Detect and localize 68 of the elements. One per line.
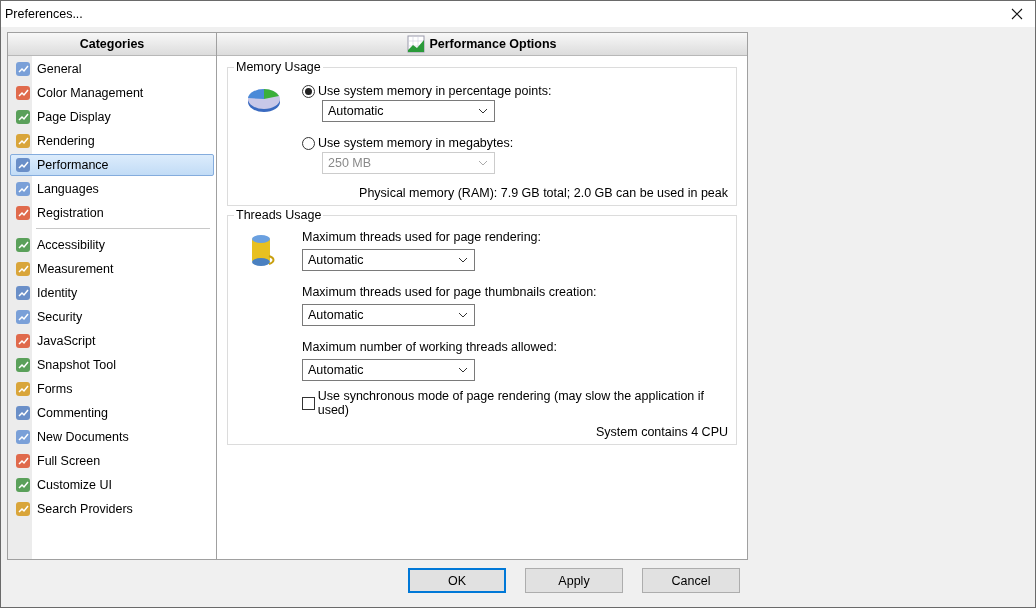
category-item[interactable]: Languages: [10, 178, 214, 200]
radio-label: Use system memory in megabytes:: [318, 136, 514, 150]
category-icon: [14, 260, 32, 278]
category-icon: [14, 236, 32, 254]
categories-header: Categories: [8, 33, 216, 56]
category-item[interactable]: Page Display: [10, 106, 214, 128]
panel-header: Performance Options: [217, 33, 747, 56]
category-icon: [14, 356, 32, 374]
group-title: Memory Usage: [235, 60, 322, 74]
category-item[interactable]: Customize UI: [10, 474, 214, 496]
category-item[interactable]: JavaScript: [10, 330, 214, 352]
chevron-down-icon: [458, 257, 468, 263]
group-title: Threads Usage: [235, 208, 323, 222]
close-icon[interactable]: [1011, 8, 1023, 20]
category-icon: [14, 284, 32, 302]
category-item[interactable]: Registration: [10, 202, 214, 224]
dialog-button[interactable]: Cancel: [642, 568, 740, 593]
category-item[interactable]: New Documents: [10, 426, 214, 448]
field-label: Maximum threads used for page thumbnails creation:: [302, 285, 598, 299]
category-item[interactable]: Accessibility: [10, 234, 214, 256]
category-icon: [14, 428, 32, 446]
category-icon: [14, 156, 32, 174]
category-item[interactable]: Forms: [10, 378, 214, 400]
category-icon: [14, 84, 32, 102]
chevron-down-icon: [458, 367, 468, 373]
category-item[interactable]: Commenting: [10, 402, 214, 424]
chevron-down-icon: [478, 160, 488, 166]
category-item[interactable]: Full Screen: [10, 450, 214, 472]
radio-button[interactable]: [302, 136, 315, 150]
checkbox-label: Use synchronous mode of page rendering (may slow the application if used): [317, 389, 706, 417]
chevron-down-icon: [458, 312, 468, 318]
category-item[interactable]: Performance: [10, 154, 214, 176]
category-icon: [14, 380, 32, 398]
dropdown[interactable]: Automatic: [302, 359, 475, 381]
category-icon: [14, 132, 32, 150]
window-title: Preferences...: [5, 7, 83, 21]
cpu-info-text: System contains 4 CPU: [595, 425, 728, 439]
category-item[interactable]: General: [10, 58, 214, 80]
dialog-button[interactable]: OK: [408, 568, 506, 593]
category-item[interactable]: Snapshot Tool: [10, 354, 214, 376]
memory-info-text: Physical memory (RAM): 7.9 GB total; 2.0 GB can be used in peak: [358, 186, 728, 200]
dropdown[interactable]: Automatic: [302, 249, 475, 271]
chart-icon: [407, 35, 426, 53]
radio-label: Use system memory in percentage points:: [318, 84, 552, 98]
checkbox[interactable]: [302, 396, 315, 410]
field-label: Maximum threads used for page rendering:: [302, 230, 542, 244]
category-icon: [14, 476, 32, 494]
category-item[interactable]: Search Providers: [10, 498, 214, 520]
category-item[interactable]: Rendering: [10, 130, 214, 152]
chevron-down-icon: [478, 108, 488, 114]
category-icon: [14, 332, 32, 350]
category-icon: [14, 404, 32, 422]
category-icon: [14, 180, 32, 198]
category-icon: [14, 60, 32, 78]
category-icon: [14, 308, 32, 326]
dialog-button[interactable]: Apply: [525, 568, 623, 593]
category-item[interactable]: Measurement: [10, 258, 214, 280]
category-icon: [14, 452, 32, 470]
field-label: Maximum number of working threads allowed:: [302, 340, 558, 354]
category-item[interactable]: Identity: [10, 282, 214, 304]
dropdown[interactable]: Automatic: [302, 304, 475, 326]
category-item[interactable]: Color Management: [10, 82, 214, 104]
category-icon: [14, 204, 32, 222]
category-icon: [14, 500, 32, 518]
category-item[interactable]: Security: [10, 306, 214, 328]
category-icon: [14, 108, 32, 126]
dropdown[interactable]: Automatic: [322, 100, 495, 122]
radio-button[interactable]: [302, 84, 315, 98]
